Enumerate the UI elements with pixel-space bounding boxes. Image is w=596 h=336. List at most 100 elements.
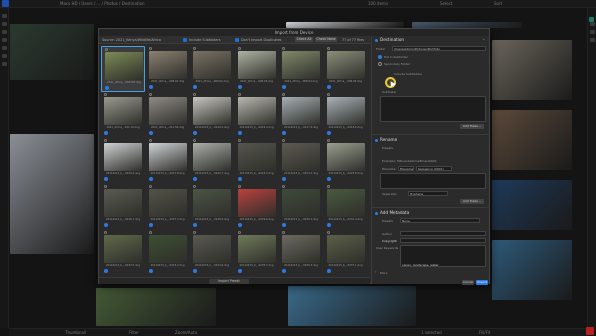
- photo-cell[interactable]: 20110215_b_..0220.2.dng: [101, 138, 145, 184]
- photo-cell[interactable]: 20110215_b_..0230.1.dng: [279, 184, 323, 230]
- photo-info-icon[interactable]: [326, 185, 330, 188]
- background-photo[interactable]: [492, 240, 572, 300]
- photo-thumbnail[interactable]: [193, 143, 231, 171]
- photo-cell[interactable]: 20110215_b_..0216.3.dng: [190, 92, 234, 138]
- import-button[interactable]: Import: [476, 280, 488, 285]
- photo-thumbnail[interactable]: [282, 143, 320, 171]
- photo-thumbnail[interactable]: [193, 97, 231, 125]
- photo-info-icon[interactable]: [282, 47, 285, 50]
- photo-thumbnail[interactable]: [237, 189, 276, 217]
- fill-fit-control[interactable]: Fill/Fit: [479, 330, 490, 335]
- photo-info-icon[interactable]: [148, 139, 152, 142]
- author-field[interactable]: [400, 231, 486, 236]
- photo-thumbnail[interactable]: [326, 189, 365, 217]
- background-photo[interactable]: [96, 288, 216, 326]
- photo-thumbnail[interactable]: [148, 143, 187, 171]
- photo-checkbox[interactable]: [104, 269, 108, 273]
- tool-hand-icon[interactable]: [2, 62, 7, 66]
- import-preset-button[interactable]: Import Preset: [209, 279, 249, 284]
- photo-checkbox[interactable]: [193, 177, 197, 181]
- panel-info-icon[interactable]: [590, 22, 595, 26]
- photo-cell[interactable]: 20110215_b_..0228.4.dng: [190, 184, 234, 230]
- dont-import-duplicates-checkbox[interactable]: [235, 38, 239, 42]
- photo-thumbnail[interactable]: [282, 51, 320, 79]
- photo-info-icon[interactable]: [104, 185, 107, 188]
- photo-cell[interactable]: 2021_Africa_..011.10.dng: [101, 92, 145, 138]
- photo-info-icon[interactable]: [282, 139, 285, 142]
- photo-cell[interactable]: 20110215_b_..0231.4.dng: [323, 184, 368, 230]
- photo-checkbox[interactable]: [104, 223, 108, 227]
- filename-token[interactable]: Filename: [398, 166, 414, 171]
- photo-checkbox[interactable]: [282, 85, 286, 89]
- photo-cell[interactable]: 2021_Africa_..008.01.dng: [145, 46, 190, 92]
- photo-cell[interactable]: 20110215_b_..0227.3.dng: [145, 184, 190, 230]
- subfolder-input[interactable]: [380, 96, 486, 122]
- photo-info-icon[interactable]: [282, 93, 285, 96]
- filter-control[interactable]: Filter: [129, 330, 139, 335]
- photo-thumbnail[interactable]: [104, 189, 142, 217]
- panel-layers-icon[interactable]: [590, 38, 595, 42]
- photo-info-icon[interactable]: [148, 93, 152, 96]
- panel-histogram-icon[interactable]: [590, 30, 595, 34]
- photo-info-icon[interactable]: [104, 139, 107, 142]
- photo-info-icon[interactable]: [148, 185, 152, 188]
- background-photo[interactable]: [492, 40, 572, 100]
- collapse-chevron-icon[interactable]: ⌄: [482, 36, 485, 41]
- photo-thumbnail[interactable]: [193, 51, 231, 79]
- background-photo[interactable]: [10, 134, 94, 254]
- photo-info-icon[interactable]: [326, 139, 330, 142]
- photo-cell[interactable]: 20110215_b_..0232.5.dng: [101, 230, 145, 276]
- photo-thumbnail[interactable]: [148, 51, 187, 79]
- sort-menu[interactable]: Sort: [494, 1, 502, 6]
- photo-thumbnail[interactable]: [282, 235, 320, 263]
- photo-info-icon[interactable]: [193, 139, 196, 142]
- select-menu[interactable]: Select: [440, 1, 452, 6]
- check-none-button[interactable]: Check None: [315, 37, 337, 42]
- photo-cell[interactable]: 20110215_b_..0217.5.dng: [279, 92, 323, 138]
- background-photo[interactable]: [492, 180, 572, 230]
- tool-brush-icon[interactable]: [2, 30, 7, 34]
- photo-cell[interactable]: 20110215_b_..0216.4.dng: [234, 92, 279, 138]
- photo-info-icon[interactable]: [193, 185, 196, 188]
- photo-checkbox[interactable]: [148, 131, 153, 135]
- destination-folder-field[interactable]: /Users/admin/Pictures/Portfolio: [392, 46, 486, 51]
- photo-cell[interactable]: 2021_Africa_..008.02.dng: [190, 46, 234, 92]
- sequence-token[interactable]: Sequence (0001): [416, 166, 452, 171]
- photo-checkbox[interactable]: [282, 269, 286, 273]
- photo-checkbox[interactable]: [282, 131, 286, 135]
- photo-info-icon[interactable]: [326, 47, 330, 50]
- photo-checkbox[interactable]: [326, 269, 331, 273]
- check-all-button[interactable]: Check All: [295, 37, 313, 42]
- photo-checkbox[interactable]: [193, 223, 197, 227]
- photo-info-icon[interactable]: [237, 47, 241, 50]
- background-photo[interactable]: [10, 24, 94, 80]
- photo-cell[interactable]: 20110215_b_..0225.8.dng: [323, 138, 368, 184]
- photo-info-icon[interactable]: [282, 231, 285, 234]
- more-chevron-icon[interactable]: ›: [375, 269, 377, 274]
- photo-thumbnail[interactable]: [105, 52, 143, 80]
- photo-cell[interactable]: 20110215_b_..0222.7.dng: [190, 138, 234, 184]
- photo-info-icon[interactable]: [326, 93, 330, 96]
- rename-toggle-icon[interactable]: [375, 139, 378, 142]
- photo-cell[interactable]: 2021_Africa_..011.50.dng: [145, 92, 190, 138]
- photo-info-icon[interactable]: [237, 185, 241, 188]
- secondary-folder-radio[interactable]: [378, 62, 382, 66]
- photo-thumbnail[interactable]: [237, 97, 276, 125]
- photo-thumbnail[interactable]: [237, 235, 276, 263]
- photo-checkbox[interactable]: [148, 223, 153, 227]
- photo-thumbnail[interactable]: [237, 51, 276, 79]
- photo-thumbnail[interactable]: [326, 235, 365, 263]
- photo-cell[interactable]: 2021_Africa_..008.03.dng: [234, 46, 279, 92]
- destination-add-token-button[interactable]: Add Token...: [460, 124, 484, 129]
- tool-eraser-icon[interactable]: [2, 38, 7, 42]
- photo-cell[interactable]: 2021_Africa_..008.05.dng: [323, 46, 368, 92]
- photo-thumbnail[interactable]: [148, 235, 187, 263]
- photo-thumbnail[interactable]: [193, 235, 231, 263]
- background-photo[interactable]: [288, 286, 416, 326]
- photo-info-icon[interactable]: [148, 231, 152, 234]
- photo-cell[interactable]: 20110215_b_..0223.4.dng: [234, 138, 279, 184]
- photo-cell[interactable]: 20110215_b_..0221.8.dng: [145, 138, 190, 184]
- photo-thumbnail[interactable]: [326, 143, 365, 171]
- photo-info-icon[interactable]: [148, 47, 152, 50]
- photo-thumbnail[interactable]: [148, 189, 187, 217]
